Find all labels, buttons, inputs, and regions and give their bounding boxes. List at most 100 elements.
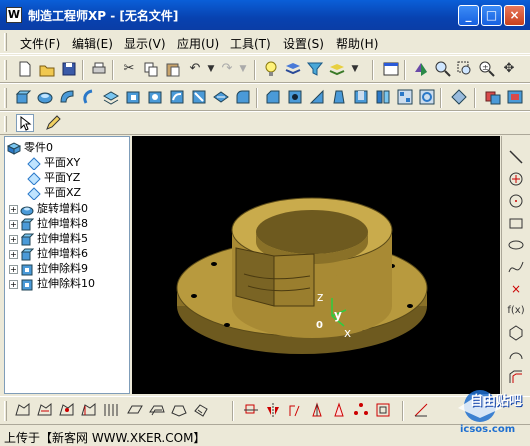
app-icon[interactable]: W	[6, 7, 22, 23]
toolbar-grip[interactable]	[4, 88, 7, 108]
expand-toggle[interactable]: +	[9, 219, 18, 229]
sketch-pencil-icon[interactable]	[44, 114, 62, 132]
circular-pattern-icon[interactable]	[418, 88, 436, 106]
layer-dropdown-icon[interactable]: ▼	[346, 60, 364, 78]
minimize-button[interactable]: _	[458, 5, 479, 26]
plane-curve-icon[interactable]	[126, 401, 144, 419]
menubar-grip[interactable]	[4, 33, 7, 51]
rotate-icon[interactable]	[330, 401, 348, 419]
projection-curve-icon[interactable]	[36, 401, 54, 419]
loft-add-icon[interactable]	[80, 88, 98, 106]
menu-help[interactable]: 帮助(H)	[336, 35, 378, 52]
intersection-curve-icon[interactable]	[58, 401, 76, 419]
hole-icon[interactable]	[286, 88, 304, 106]
revolve-cut-icon[interactable]	[146, 88, 164, 106]
formula-curve-icon[interactable]: f(x)	[507, 302, 525, 320]
maximize-button[interactable]: □	[481, 5, 502, 26]
tree-item-revolve-0[interactable]: + 旋转增料0	[9, 200, 88, 215]
copy-icon[interactable]	[142, 60, 160, 78]
mirror-icon[interactable]	[264, 401, 282, 419]
tree-item-cut-9[interactable]: + 拉伸除料9	[9, 260, 88, 275]
render-icon[interactable]	[412, 60, 430, 78]
scale-icon[interactable]	[286, 401, 304, 419]
window-view-icon[interactable]	[382, 60, 400, 78]
print-icon[interactable]	[90, 60, 108, 78]
revolve-add-icon[interactable]	[36, 88, 54, 106]
shell-icon[interactable]	[352, 88, 370, 106]
cavity-icon[interactable]	[506, 88, 524, 106]
delete-icon[interactable]: ×	[507, 280, 525, 298]
dynamic-zoom-icon[interactable]: ±	[478, 60, 496, 78]
rectangle-icon[interactable]	[507, 214, 525, 232]
menu-tools[interactable]: 工具(T)	[230, 35, 271, 52]
measure-icon[interactable]	[412, 401, 430, 419]
draft-icon[interactable]	[330, 88, 348, 106]
center-point-icon[interactable]	[507, 170, 525, 188]
line-icon[interactable]	[507, 148, 525, 166]
linear-pattern-icon[interactable]	[396, 88, 414, 106]
toolbar-grip[interactable]	[4, 401, 7, 421]
sweep-cut-icon[interactable]	[168, 88, 186, 106]
sweep-add-icon[interactable]	[58, 88, 76, 106]
expand-toggle[interactable]: +	[9, 279, 18, 289]
circle-center-icon[interactable]	[507, 192, 525, 210]
cut-icon[interactable]: ✂	[120, 60, 138, 78]
save-icon[interactable]	[60, 60, 78, 78]
select-arrow-icon[interactable]	[16, 114, 34, 132]
loft-cut-icon[interactable]	[190, 88, 208, 106]
pattern-icon[interactable]	[352, 401, 370, 419]
fillet-surface-icon[interactable]	[170, 401, 188, 419]
tree-item-plane-xz[interactable]: 平面XZ	[27, 184, 81, 200]
rib-icon[interactable]	[308, 88, 326, 106]
3d-viewport[interactable]: z y 0 x	[132, 136, 500, 394]
combine-icon[interactable]	[484, 88, 502, 106]
color-layer-icon[interactable]	[328, 60, 346, 78]
layers-icon[interactable]	[284, 60, 302, 78]
lightbulb-icon[interactable]	[262, 60, 280, 78]
ellipse-icon[interactable]	[507, 236, 525, 254]
surface-cut-icon[interactable]	[212, 88, 230, 106]
surface-curve-icon[interactable]	[14, 401, 32, 419]
spline-icon[interactable]	[507, 258, 525, 276]
polygon-icon[interactable]	[507, 324, 525, 342]
array-icon[interactable]	[308, 401, 326, 419]
tree-item-plane-yz[interactable]: 平面YZ	[27, 169, 80, 185]
expand-toggle[interactable]: +	[9, 249, 18, 259]
blend-surface-icon[interactable]	[192, 401, 210, 419]
expand-toggle[interactable]: +	[9, 234, 18, 244]
close-button[interactable]: ×	[504, 5, 525, 26]
pan-icon[interactable]: ✥	[500, 60, 518, 78]
redo-dropdown-icon[interactable]: ▼	[234, 60, 252, 78]
filter-icon[interactable]	[306, 60, 324, 78]
expand-toggle[interactable]: +	[9, 204, 18, 214]
menu-edit[interactable]: 编辑(E)	[72, 35, 113, 52]
fillet-icon[interactable]	[234, 88, 252, 106]
menu-view[interactable]: 显示(V)	[124, 35, 166, 52]
paste-icon[interactable]	[164, 60, 182, 78]
tree-item-cut-10[interactable]: + 拉伸除料10	[9, 275, 95, 290]
datum-plane-icon[interactable]	[450, 88, 468, 106]
toolbar-grip[interactable]	[4, 60, 7, 80]
boundary-curve-icon[interactable]	[80, 401, 98, 419]
menu-file[interactable]: 文件(F)	[20, 35, 60, 52]
menu-apply[interactable]: 应用(U)	[177, 35, 219, 52]
menu-settings[interactable]: 设置(S)	[283, 35, 324, 52]
surface-add-icon[interactable]	[102, 88, 120, 106]
zoom-window-icon[interactable]	[456, 60, 474, 78]
tree-item-extrude-5[interactable]: + 拉伸增料5	[9, 230, 88, 245]
chamfer-icon[interactable]	[264, 88, 282, 106]
tree-item-part[interactable]: 零件0	[7, 139, 53, 155]
new-file-icon[interactable]	[16, 60, 34, 78]
extrude-add-icon[interactable]	[14, 88, 32, 106]
tree-item-extrude-6[interactable]: + 拉伸增料6	[9, 245, 88, 260]
bounding-box-icon[interactable]	[374, 401, 392, 419]
arc-icon[interactable]	[507, 346, 525, 364]
tree-item-plane-xy[interactable]: 平面XY	[27, 154, 80, 170]
trim-icon[interactable]	[242, 401, 260, 419]
offset-surface-icon[interactable]	[148, 401, 166, 419]
extrude-cut-icon[interactable]	[124, 88, 142, 106]
toolbar-grip[interactable]	[4, 116, 7, 132]
open-folder-icon[interactable]	[38, 60, 56, 78]
parameter-line-icon[interactable]	[102, 401, 120, 419]
zoom-icon[interactable]	[434, 60, 452, 78]
